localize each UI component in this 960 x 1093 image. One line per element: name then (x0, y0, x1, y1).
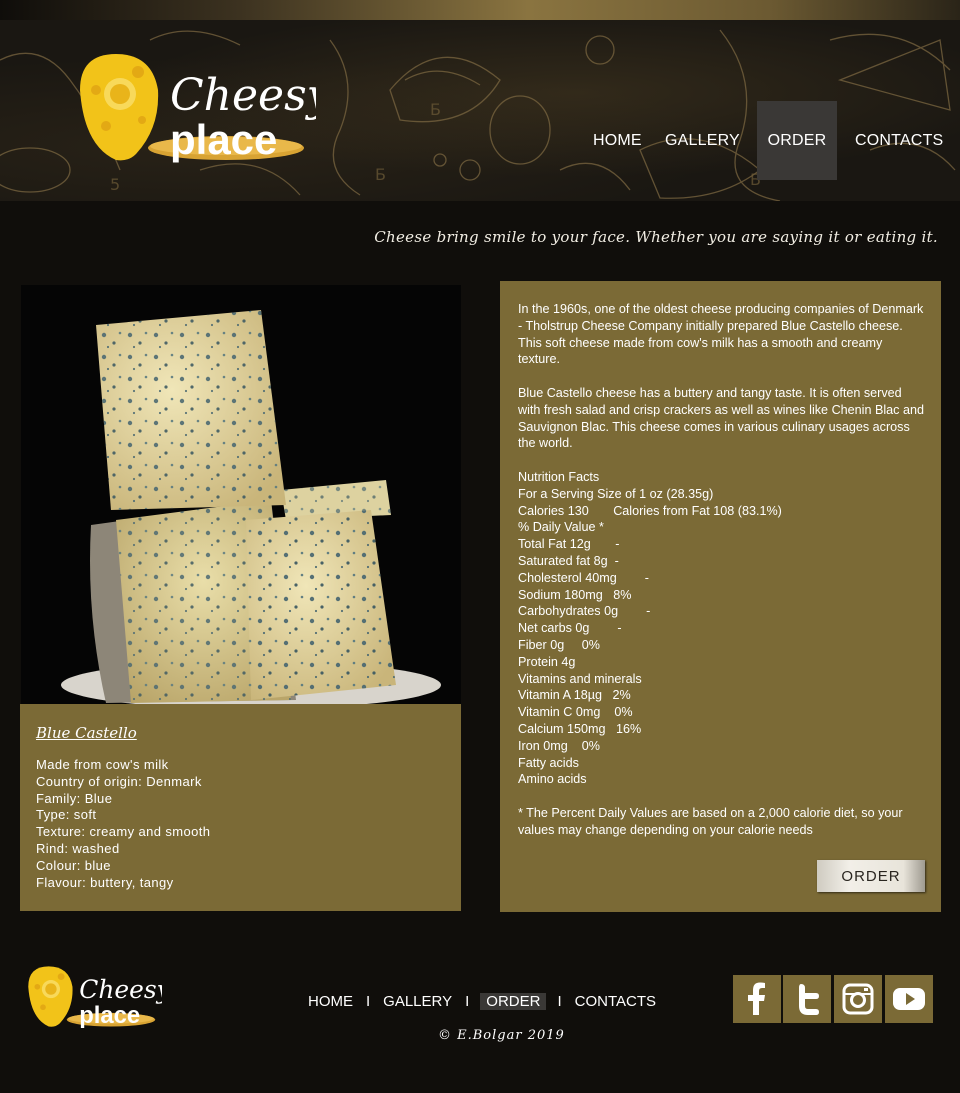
cheese-fact: Colour: blue (36, 857, 111, 873)
cheese-fact: Type: soft (36, 807, 97, 823)
nutrition-line: Calcium 150mg 16% (518, 721, 642, 736)
twitter-button[interactable] (783, 975, 831, 1023)
nutrition-line: Total Fat 12g - (518, 537, 620, 552)
nutrition-line: Saturated fat 8g - (518, 553, 619, 568)
cheese-fact: Flavour: buttery, tangy (36, 874, 174, 890)
footer-nav-order[interactable]: ORDER (480, 993, 547, 1010)
nav-separator: I (465, 993, 470, 1010)
youtube-icon (893, 988, 925, 1010)
daily-value-footnote: * The Percent Daily Values are based on … (518, 805, 903, 837)
nav-separator: I (366, 993, 371, 1010)
header: БББ5 Cheesy place HOME GALLERY ORDER CON… (0, 20, 960, 201)
nutrition-line: Calories 130 Calories from Fat 108 (83.1… (518, 503, 782, 518)
instagram-icon (842, 983, 874, 1015)
cheese-name-link[interactable]: Blue Castello (36, 724, 137, 742)
cheese-photo (21, 285, 461, 705)
cheese-fact: Country of origin: Denmark (36, 773, 202, 789)
footer-logo[interactable]: Cheesy place (26, 964, 162, 1030)
nutrition-facts: Nutrition Facts For a Serving Size of 1 … (518, 469, 926, 788)
svg-text:5: 5 (110, 175, 120, 194)
youtube-button[interactable] (885, 975, 933, 1023)
footer-nav-home[interactable]: HOME (306, 993, 355, 1010)
nutrition-line: Vitamin A 18µg 2% (518, 688, 631, 703)
nav-order[interactable]: ORDER (757, 101, 837, 180)
top-gold-strip (0, 0, 960, 20)
svg-text:Б: Б (375, 165, 386, 184)
cheese-fact: Texture: creamy and smooth (36, 824, 211, 840)
info-paragraph-taste: Blue Castello cheese has a buttery and t… (518, 385, 924, 451)
cheese-info-panel: In the 1960s, one of the oldest cheese p… (500, 281, 941, 912)
nav-separator: I (557, 993, 562, 1010)
twitter-icon (799, 984, 819, 1015)
nutrition-line: Carbohydrates 0g - (518, 604, 651, 619)
nutrition-line: Cholesterol 40mg - (518, 570, 649, 585)
nav-contacts[interactable]: CONTACTS (855, 101, 945, 180)
cheese-fact: Family: Blue (36, 790, 113, 806)
nutrition-line: Sodium 180mg 8% (518, 587, 632, 602)
nav-gallery[interactable]: GALLERY (665, 101, 741, 180)
svg-text:place: place (79, 1002, 140, 1029)
nutrition-line: Iron 0mg 0% (518, 738, 600, 753)
svg-text:Cheesy: Cheesy (170, 70, 316, 121)
nutrition-line: Fatty acids (518, 755, 579, 770)
nutrition-line: Nutrition Facts (518, 469, 600, 484)
info-paragraph-history: In the 1960s, one of the oldest cheese p… (518, 302, 924, 367)
blue-cheese-image (61, 310, 441, 705)
facebook-icon (748, 982, 765, 1015)
nutrition-line: Fiber 0g 0% (518, 637, 600, 652)
instagram-button[interactable] (834, 975, 882, 1023)
footer-nav: HOME I GALLERY I ORDER I CONTACTS (306, 993, 658, 1010)
header-logo[interactable]: Cheesy place (76, 50, 316, 166)
svg-text:place: place (170, 116, 277, 163)
nutrition-line: Net carbs 0g - (518, 621, 622, 636)
cheese-fact: Rind: washed (36, 840, 120, 856)
nutrition-line: Amino acids (518, 772, 587, 787)
copyright: © E.Bolgar 2019 (438, 1028, 565, 1043)
tagline: Cheese bring smile to your face. Whether… (374, 228, 938, 246)
nutrition-line: Vitamin C 0mg 0% (518, 705, 633, 720)
svg-text:Cheesy: Cheesy (79, 975, 162, 1004)
cheese-details-card: Blue Castello Made from cow's milk Count… (20, 704, 461, 911)
nav-home[interactable]: HOME (593, 101, 643, 180)
footer-nav-contacts[interactable]: CONTACTS (573, 993, 658, 1010)
footer-nav-gallery[interactable]: GALLERY (381, 993, 454, 1010)
nutrition-line: Protein 4g (518, 654, 576, 669)
nutrition-line: % Daily Value * (518, 520, 604, 535)
cheese-fact: Made from cow's milk (36, 757, 169, 772)
nutrition-line: For a Serving Size of 1 oz (28.35g) (518, 486, 714, 501)
cheese-facts-list: Made from cow's milk Country of origin: … (36, 757, 210, 891)
nutrition-line: Vitamins and minerals (518, 671, 642, 686)
facebook-button[interactable] (733, 975, 781, 1023)
order-button[interactable]: ORDER (817, 860, 925, 892)
svg-text:Б: Б (430, 100, 441, 119)
